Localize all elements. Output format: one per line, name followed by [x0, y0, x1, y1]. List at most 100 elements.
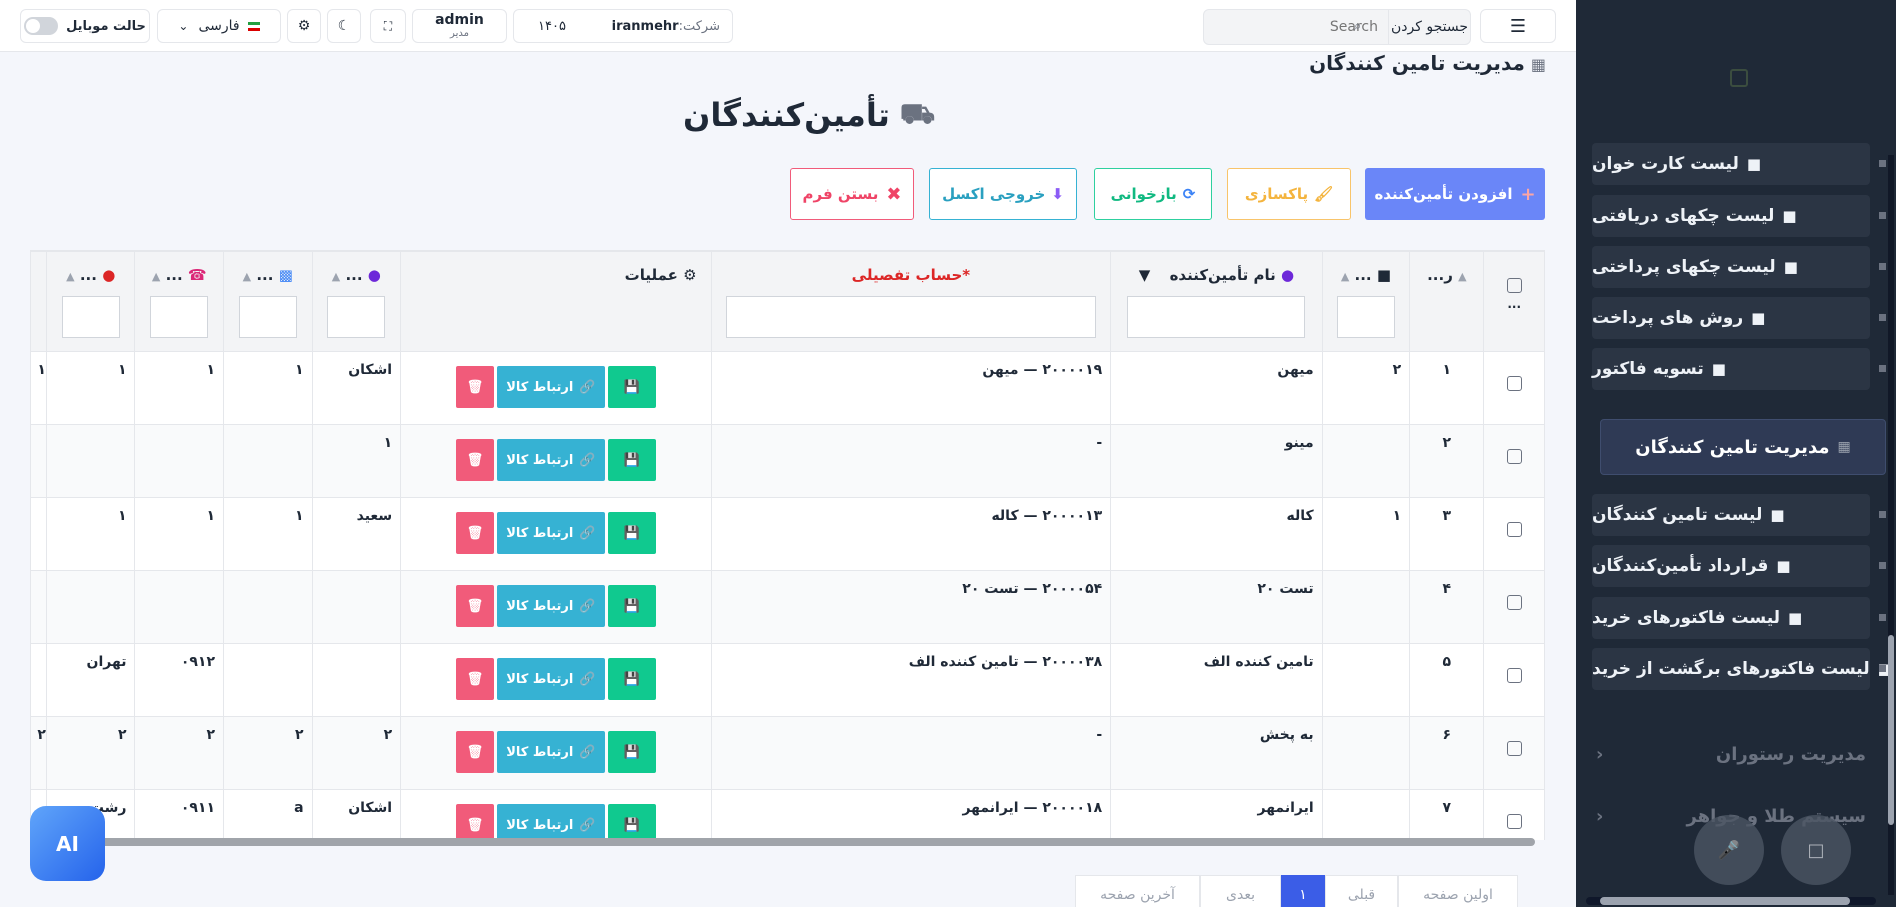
toggle-switch[interactable]	[24, 17, 59, 35]
contact-filter-input[interactable]	[327, 296, 386, 338]
supplier-account: ۲۰۰۰۰۱۳ — کاله	[710, 497, 1112, 571]
sidebar-item[interactable]: ■ لیست کارت خوان	[1592, 143, 1886, 185]
save-button[interactable]: 💾	[607, 585, 656, 627]
supplier-name: تست ۲۰	[1110, 570, 1323, 644]
truck-icon: ⛟	[899, 96, 936, 130]
select-all-checkbox[interactable]	[1506, 278, 1522, 293]
delete-button[interactable]: 🗑	[455, 804, 494, 840]
supplier-contact: ۱	[311, 424, 402, 498]
sidebar-subitem[interactable]: ■ قرارداد تأمین‌کنندگان	[1592, 545, 1886, 587]
code-filter-input[interactable]	[1336, 296, 1395, 338]
sidebar-item-supplier-management[interactable]: ▦ مدیریت تامین کنندگان	[1600, 419, 1886, 475]
sidebar-item[interactable]: ■ لیست چکهای دریافتی	[1592, 195, 1886, 237]
supplier-contact: ۲	[311, 716, 402, 790]
location-filter-input[interactable]	[61, 296, 120, 338]
delete-button[interactable]: 🗑	[455, 512, 494, 554]
fullscreen-button[interactable]: ⛶	[370, 9, 406, 43]
sidebar-scrollbar-thumb[interactable]	[1888, 635, 1894, 825]
delete-button[interactable]: 🗑	[455, 439, 494, 481]
search-label[interactable]: جستجو کردن	[1388, 10, 1470, 44]
table-horizontal-scrollbar[interactable]	[100, 838, 1535, 846]
sidebar-item[interactable]: ■ روش های پرداخت	[1592, 297, 1886, 339]
save-button[interactable]: 💾	[607, 804, 656, 840]
header-code[interactable]: ■ ... ▲	[1321, 251, 1411, 352]
row-checkbox[interactable]	[1506, 741, 1522, 756]
row-checkbox[interactable]	[1506, 595, 1522, 610]
save-button[interactable]: 💾	[607, 512, 656, 554]
delete-button[interactable]: 🗑	[455, 731, 494, 773]
reload-button[interactable]: ⟳ بازخوانی	[1094, 168, 1212, 220]
save-button[interactable]: 💾	[607, 366, 656, 408]
save-button[interactable]: 💾	[607, 658, 656, 700]
save-button[interactable]: 💾	[607, 731, 656, 773]
chat-button[interactable]: □	[1781, 815, 1851, 885]
delete-button[interactable]: 🗑	[455, 585, 494, 627]
row-operations: 💾 🔗 ارتباط کالا 🗑	[400, 351, 712, 425]
sidebar-group-restaurant[interactable]: مدیریت رستوران ‹	[1596, 734, 1866, 774]
table-row: ۲ مینو - 💾 🔗 ارتباط کالا 🗑 ۱	[30, 424, 1545, 498]
row-number: ۳	[1409, 497, 1485, 571]
mobile-mode-toggle[interactable]: حالت موبایل	[20, 9, 150, 43]
add-supplier-button[interactable]: + افزودن تأمین‌کننده	[1365, 168, 1545, 220]
link-goods-button[interactable]: 🔗 ارتباط کالا	[496, 439, 605, 481]
link-goods-button[interactable]: 🔗 ارتباط کالا	[496, 512, 605, 554]
row-checkbox[interactable]	[1506, 522, 1522, 537]
row-select-cell	[1483, 789, 1545, 840]
language-label: فارسی	[198, 18, 240, 34]
close-form-button[interactable]: ✖ بستن فرم	[790, 168, 914, 220]
sidebar-subitem[interactable]: ■لیست فاکتورهای برگشت از خرید	[1592, 648, 1892, 690]
search-box[interactable]: جستجو کردن ⌕	[1203, 9, 1471, 45]
header-phone[interactable]: ☎ ... ▲	[134, 251, 225, 352]
row-checkbox[interactable]	[1506, 376, 1522, 391]
pagination-last[interactable]: آخرین صفحه	[1075, 875, 1200, 907]
link-goods-button[interactable]: 🔗 ارتباط کالا	[496, 585, 605, 627]
link-goods-button[interactable]: 🔗 ارتباط کالا	[496, 366, 605, 408]
sidebar-subitem[interactable]: ■ لیست فاکتورهای خرید	[1592, 597, 1886, 639]
menu-button[interactable]: ☰	[1480, 9, 1556, 43]
excel-export-button[interactable]: ⬇ خروجی اکسل	[929, 168, 1077, 220]
user-role: مدیر	[450, 28, 469, 40]
card-filter-input[interactable]	[238, 296, 297, 338]
company-info[interactable]: ۱۴۰۵ شرکت:iranmehr	[513, 9, 733, 43]
link-goods-button[interactable]: 🔗 ارتباط کالا	[496, 804, 605, 840]
row-checkbox[interactable]	[1506, 668, 1522, 683]
table-row: ۷ ایرانمهر ۲۰۰۰۰۱۸ — ایرانمهر 💾 🔗 ارتباط کالا…	[30, 789, 1545, 840]
search-icon: ⌕	[1354, 19, 1362, 34]
name-filter-input[interactable]	[1127, 296, 1306, 338]
receipt-icon: ■	[1782, 207, 1797, 225]
voice-input-button[interactable]: 🎤	[1694, 815, 1764, 885]
sidebar-horizontal-scrollbar[interactable]	[1586, 897, 1876, 905]
header-name[interactable]: ● نام تأمین‌کننده ▼	[1110, 251, 1323, 352]
pagination-next[interactable]: بعدی	[1200, 875, 1281, 907]
header-account[interactable]: *حساب تفصیلی	[710, 251, 1112, 352]
ai-assistant-button[interactable]: AI	[30, 806, 105, 881]
supplier-extra: ۱	[30, 351, 47, 425]
settings-button[interactable]: ⚙	[287, 9, 321, 43]
save-button[interactable]: 💾	[607, 439, 656, 481]
sidebar-subitem-label: قرارداد تأمین‌کنندگان	[1592, 556, 1769, 576]
link-goods-button[interactable]: 🔗 ارتباط کالا	[496, 658, 605, 700]
user-menu[interactable]: admin مدیر	[412, 9, 507, 43]
delete-button[interactable]: 🗑	[455, 366, 494, 408]
link-goods-button[interactable]: 🔗 ارتباط کالا	[496, 731, 605, 773]
row-checkbox[interactable]	[1506, 814, 1522, 829]
dark-mode-button[interactable]: ☾	[327, 9, 361, 43]
pagination-current[interactable]: ۱	[1281, 875, 1325, 907]
header-card[interactable]: ▩ ... ▲	[223, 251, 313, 352]
sidebar-subitem[interactable]: ■ لیست تامین کنندگان	[1592, 494, 1886, 536]
language-select[interactable]: ⌄ فارسی	[157, 9, 281, 43]
supplier-code: ۱	[1321, 497, 1411, 571]
header-location[interactable]: ● ... ▲	[45, 251, 136, 352]
delete-button[interactable]: 🗑	[455, 658, 494, 700]
pagination-prev[interactable]: قبلی	[1325, 875, 1398, 907]
sidebar-item[interactable]: ■ تسویه فاکتور	[1592, 348, 1886, 390]
phone-filter-input[interactable]	[150, 296, 209, 338]
header-contact[interactable]: ● ... ▲	[311, 251, 402, 352]
sidebar-item[interactable]: ■ لیست چکهای پرداختی	[1592, 246, 1886, 288]
account-filter-input[interactable]	[725, 296, 1096, 338]
header-row-number[interactable]: ▲ ر...	[1409, 251, 1485, 352]
row-number: ۵	[1409, 643, 1485, 717]
pagination-first[interactable]: اولین صفحه	[1398, 875, 1518, 907]
clear-button[interactable]: 🖌 پاکسازی	[1227, 168, 1351, 220]
row-checkbox[interactable]	[1506, 449, 1522, 464]
